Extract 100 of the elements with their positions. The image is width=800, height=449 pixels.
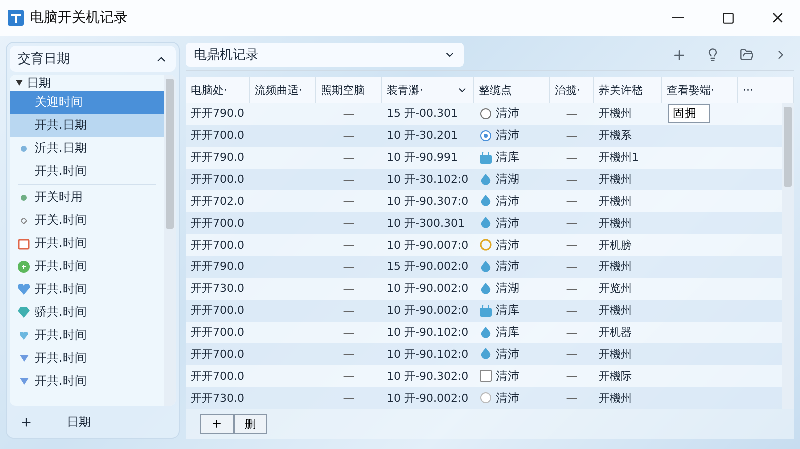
tree-item-label: 开共.日期 <box>35 117 87 134</box>
tree-item-label: 开共.时间 <box>35 350 87 367</box>
view-dropdown[interactable]: 电鼎机记录 <box>186 43 464 67</box>
window-title: 电脑开关机记录 <box>30 9 129 27</box>
app-logo-icon <box>8 10 24 26</box>
column-header[interactable]: 装青灘· <box>382 77 474 103</box>
sidebar-header[interactable]: 交育日期 <box>10 46 176 72</box>
table-cell-text: 开开790.0 <box>190 106 246 122</box>
column-header[interactable]: 治揽· <box>550 77 594 103</box>
table-cell: 清湖 <box>496 172 520 187</box>
tree-item[interactable]: 沂共.日期 <box>10 137 164 160</box>
column-header[interactable]: 照期空脑 <box>316 77 382 103</box>
table-row[interactable]: 开开730.0 — 10 开-90.002:0 清沛 — 开機州 <box>186 387 782 410</box>
table-cell-text: 开机器 <box>598 325 633 340</box>
table-cell: 清沛 <box>496 368 520 384</box>
table-cell: 清沛 <box>496 259 520 274</box>
heart-icon <box>18 284 30 295</box>
tree-item-label: 开共.时间 <box>35 163 87 180</box>
gem-icon <box>18 307 30 318</box>
table-cell-text: — <box>342 326 356 340</box>
tree-item-label: 开关时用 <box>35 189 83 206</box>
tree-item[interactable]: 开共.时间 <box>10 232 164 255</box>
drop-icon <box>480 195 492 208</box>
table-cell: 清沛 <box>496 346 520 362</box>
table-cell-text: — <box>342 391 356 406</box>
tree-item-label: 开共.时间 <box>35 281 87 298</box>
drop-icon <box>480 217 492 230</box>
column-header[interactable]: 电脑处· <box>186 77 250 103</box>
table-row[interactable]: 开开700.0 — 10 开-30.102:0 清湖 — 开機州 <box>186 168 782 190</box>
table-cell-text: — <box>565 282 579 296</box>
scrollbar[interactable] <box>164 75 176 406</box>
table-row[interactable]: 开开790.0 — 15 开-90.002:0 清沛 — 开機州 <box>186 256 782 278</box>
tree-item[interactable]: 开关时用 <box>10 186 164 209</box>
drop-icon <box>480 326 492 339</box>
tree-item-label: 开共.时间 <box>35 373 87 390</box>
action-button[interactable]: 固拥 <box>668 104 710 124</box>
tree-item[interactable]: 开共.时间 <box>10 324 164 347</box>
table-cell-text: — <box>342 238 356 252</box>
tree-item[interactable]: 开共.时间 <box>10 255 164 278</box>
circle-icon <box>480 239 492 252</box>
tree-item-label: 开关.时间 <box>35 212 87 229</box>
table-cell: 清沛 <box>496 194 520 209</box>
table-row[interactable]: 开开700.0 — 10 开-90.302:0 清沛 — 开機际 <box>186 365 782 388</box>
tree-item[interactable]: 开共.时间 <box>10 278 164 301</box>
table-row[interactable]: 开开700.0 — 10 开-90.007:0 清沛 — 开机膀 <box>186 234 782 256</box>
table-cell-text: 10 开-90.002:0 <box>386 390 470 406</box>
table-cell-text: 开机膀 <box>598 238 633 253</box>
table-cell-text: — <box>342 106 356 121</box>
dot-icon <box>21 146 27 152</box>
table-cell-text: 10 开-30.102:0 <box>386 172 470 187</box>
tree-item[interactable]: 开共.时间 <box>10 160 164 183</box>
table-cell-text: 15 开-90.002:0 <box>386 259 470 274</box>
tree-node[interactable]: 日期 <box>10 75 164 91</box>
plus-icon <box>672 48 686 62</box>
table-row[interactable]: 开开700.0 — 10 开-90.002:0 清库 — 开機州 <box>186 300 782 322</box>
tree-item[interactable]: 开共.时间 <box>10 347 164 370</box>
column-header[interactable]: 查看娶端· <box>662 77 738 103</box>
table-cell-text: — <box>565 238 579 252</box>
bag-icon <box>480 304 492 317</box>
table-cell-text: — <box>342 216 356 230</box>
scrollbar[interactable] <box>782 103 794 409</box>
table-cell-text: 开機州 <box>598 390 633 406</box>
add-row-button[interactable] <box>200 414 234 434</box>
heart-icon <box>20 332 28 340</box>
table-row[interactable]: 开开700.0 — 10 开-30.201 清沛 — 开機系 <box>186 124 782 147</box>
table-row[interactable]: 开开702.0 — 10 开-90.307:0 清沛 — 开機州 <box>186 190 782 212</box>
footer-label: 日期 <box>67 414 91 430</box>
table-cell-text: 10 开-90.302:0 <box>386 368 470 384</box>
table-cell-text: 开機州 <box>598 346 633 362</box>
table-cell-text: — <box>342 304 356 318</box>
table-row[interactable]: 开开730.0 — 10 开-90.002:0 清湖 — 开览州 <box>186 278 782 300</box>
tree-item-label: 开共.时间 <box>35 258 87 275</box>
tree-item[interactable]: 骄共.时间 <box>10 301 164 324</box>
column-header[interactable]: 流频曲适· <box>250 77 316 103</box>
table-cell: 清沛 <box>496 128 520 144</box>
table-cell: 清沛 <box>496 390 520 406</box>
table-cell-text: 10 开-90.991 <box>386 150 459 166</box>
table-row[interactable]: 开开790.0 — 10 开-90.991 清库 — 开機州1 <box>186 146 782 169</box>
tree-item-label: 开共.时间 <box>35 235 87 252</box>
table-cell-text: — <box>565 194 579 208</box>
tree-item-label: 沂共.日期 <box>35 140 87 157</box>
table-cell-text: 10 开-90.102:0 <box>386 325 470 340</box>
column-header[interactable]: 荞关许嵇 <box>594 77 662 103</box>
table-row[interactable]: 开开700.0 — 10 开-90.102:0 清库 — 开机器 <box>186 322 782 344</box>
table-row[interactable]: 开开700.0 — 10 开-300.301 清沛 — 开機州 <box>186 212 782 234</box>
table-row[interactable]: 开开790.0 — 15 开-00.301 清沛 — 开機州 固拥 <box>186 103 782 125</box>
tree-item[interactable]: 开关.时间 <box>10 209 164 232</box>
table-cell-text: 开开700.0 <box>190 128 246 144</box>
table-row[interactable]: 开开700.0 — 10 开-90.102:0 清沛 — 开機州 <box>186 343 782 366</box>
tree-item[interactable]: 开共.日期 <box>10 114 164 137</box>
column-header[interactable]: 整缆点 <box>474 77 550 103</box>
table-cell-text: 10 开-90.307:0 <box>386 194 470 209</box>
tree-item[interactable]: 开共.时间 <box>10 370 164 393</box>
table-cell-text: 10 开-90.102:0 <box>386 346 470 362</box>
add-icon[interactable] <box>20 416 33 428</box>
drop-icon <box>480 260 492 273</box>
sidebar-title: 交育日期 <box>18 50 70 68</box>
table-cell: 清库 <box>496 325 520 340</box>
tree-item-label: 开共.时间 <box>35 327 87 344</box>
delete-button[interactable]: 删 <box>234 414 267 434</box>
